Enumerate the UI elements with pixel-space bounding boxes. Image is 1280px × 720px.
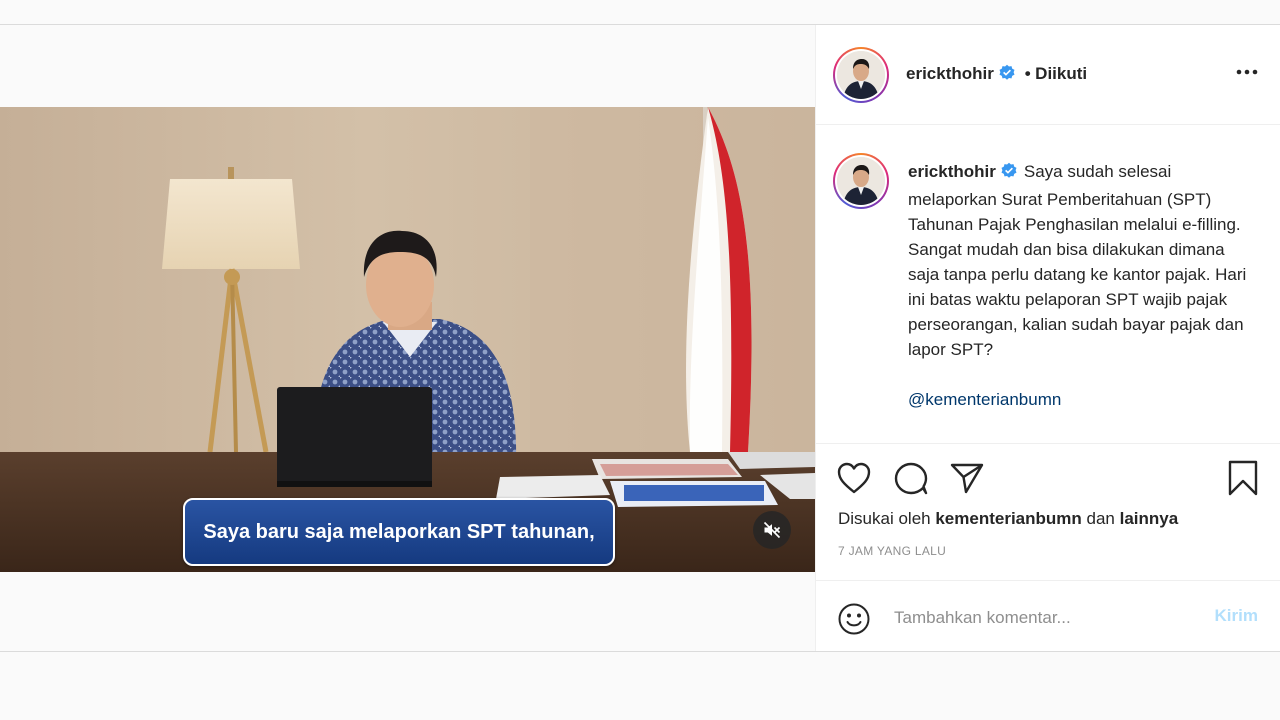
- paper-plane-icon: [949, 463, 985, 499]
- caption-mention-link[interactable]: @kementerianbumn: [908, 387, 1248, 412]
- speaker-muted-icon: [762, 520, 782, 540]
- likes-summary: Disukai oleh kementerianbumn dan lainnya: [838, 509, 1178, 529]
- comment-input[interactable]: [892, 603, 1196, 633]
- post-side-panel: erickthohir • Diikuti erickthohir Saya s…: [815, 25, 1280, 651]
- verified-badge-icon: [998, 64, 1016, 87]
- mute-button[interactable]: [753, 511, 791, 549]
- send-comment-button[interactable]: Kirim: [1215, 606, 1258, 626]
- smiley-icon: [837, 603, 871, 640]
- caption-author-avatar[interactable]: [833, 153, 889, 209]
- caption-text: Saya sudah selesai melaporkan Surat Pemb…: [908, 162, 1247, 359]
- post-card: Saya baru saja melaporkan SPT tahunan, e…: [0, 24, 1280, 652]
- likes-conjunction: dan: [1086, 509, 1115, 528]
- more-options-button[interactable]: [1236, 62, 1258, 80]
- save-button[interactable]: [1227, 460, 1259, 501]
- heart-icon: [836, 462, 872, 499]
- liked-by-user-link[interactable]: kementerianbumn: [935, 509, 1081, 528]
- share-button[interactable]: [949, 461, 985, 500]
- video-subtitle-text: Saya baru saja melaporkan SPT tahunan,: [203, 520, 595, 543]
- header-separator: •: [1024, 64, 1031, 83]
- verified-badge-icon: [1000, 162, 1018, 187]
- comment-icon: [893, 462, 929, 499]
- post-media: Saya baru saja melaporkan SPT tahunan,: [0, 25, 815, 651]
- post-header: erickthohir • Diikuti: [816, 25, 1280, 125]
- liked-by-others-link[interactable]: lainnya: [1120, 509, 1179, 528]
- header-user-line: erickthohir • Diikuti: [906, 64, 1087, 87]
- header-username[interactable]: erickthohir: [906, 64, 994, 83]
- likes-prefix: Disukai oleh: [838, 509, 931, 528]
- caption-username[interactable]: erickthohir: [908, 162, 996, 181]
- post-caption: erickthohir Saya sudah selesai melaporkan…: [908, 159, 1248, 412]
- comment-button[interactable]: [893, 461, 929, 500]
- post-video[interactable]: Saya baru saja melaporkan SPT tahunan,: [0, 107, 815, 572]
- post-timestamp[interactable]: 7 JAM YANG LALU: [838, 544, 946, 558]
- comments-area: erickthohir Saya sudah selesai melaporkan…: [816, 125, 1280, 443]
- author-avatar[interactable]: [833, 47, 889, 103]
- comment-bar: Kirim: [816, 580, 1280, 652]
- avatar-image: [837, 157, 885, 205]
- follow-status-button[interactable]: Diikuti: [1035, 64, 1087, 83]
- ellipsis-icon: [1236, 62, 1258, 79]
- post-actions: Disukai oleh kementerianbumn dan lainnya…: [816, 443, 1280, 651]
- bookmark-icon: [1227, 460, 1259, 500]
- emoji-button[interactable]: [837, 602, 871, 641]
- avatar-image: [837, 51, 885, 99]
- like-button[interactable]: [836, 461, 872, 500]
- video-subtitle: Saya baru saja melaporkan SPT tahunan,: [183, 498, 615, 566]
